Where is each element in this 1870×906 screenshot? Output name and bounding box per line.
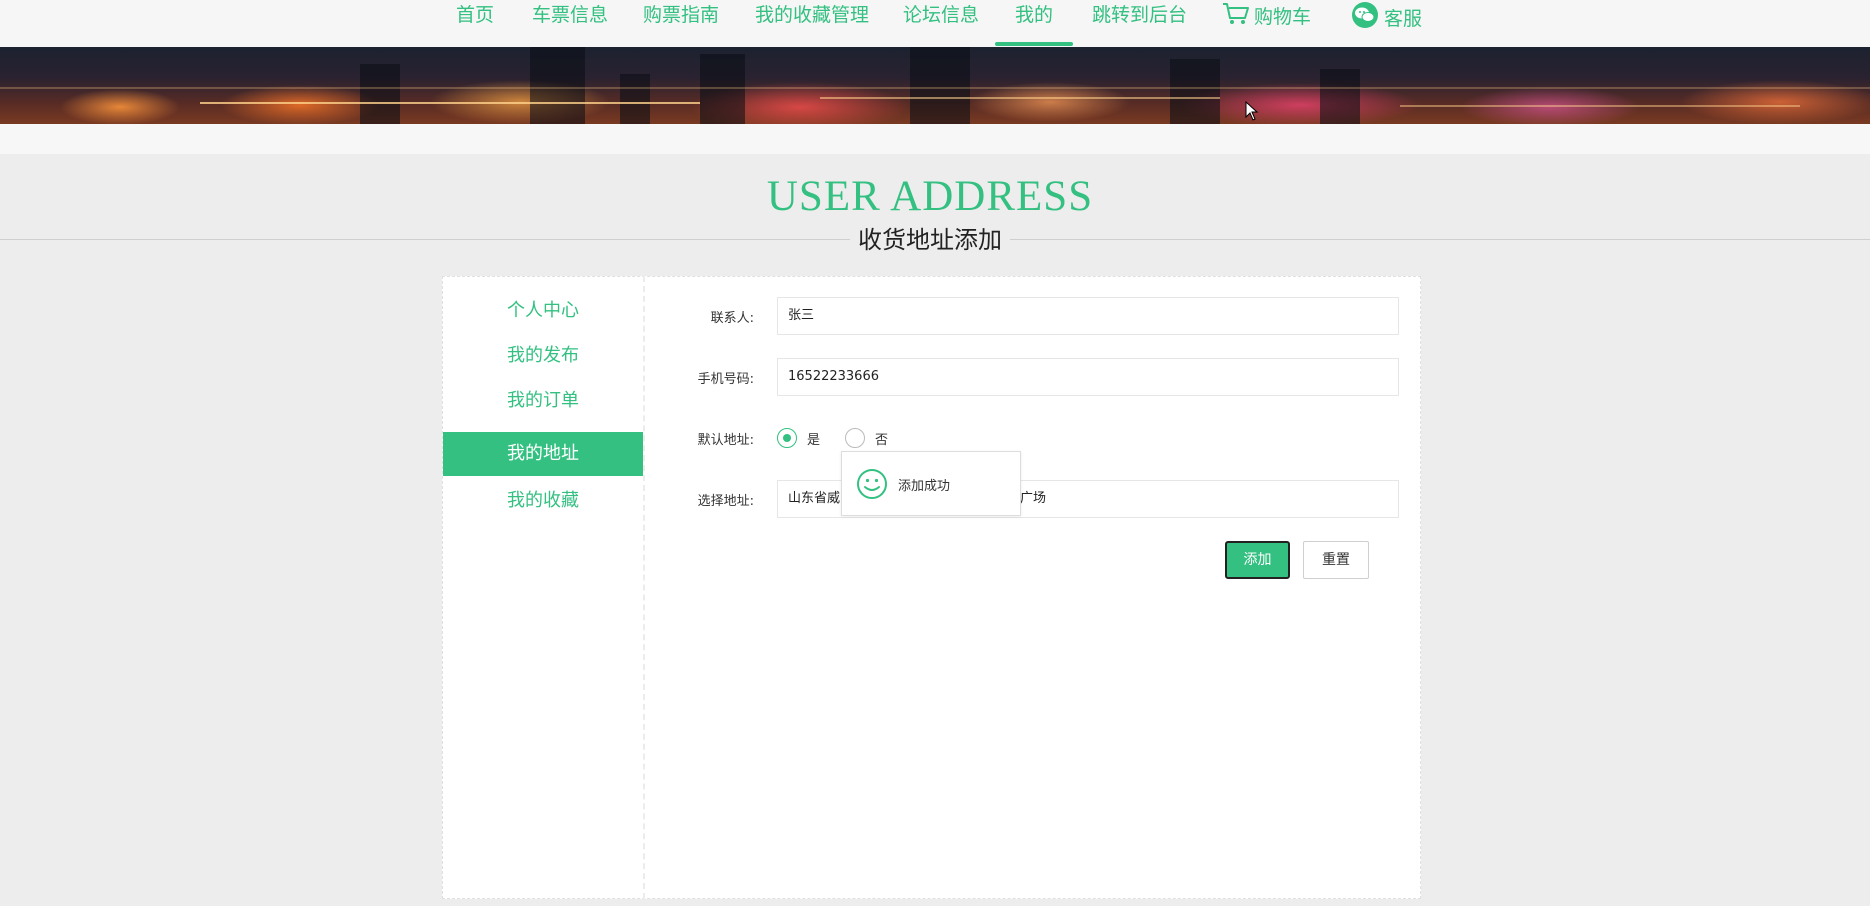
reset-button[interactable]: 重置 bbox=[1303, 541, 1369, 579]
nav-guide[interactable]: 购票指南 bbox=[643, 0, 719, 47]
nav-tickets-label: 车票信息 bbox=[532, 4, 609, 26]
address-label: 选择地址: bbox=[697, 494, 754, 509]
success-toast: 添加成功 bbox=[841, 451, 1021, 516]
nav-admin[interactable]: 跳转到后台 bbox=[1092, 0, 1187, 47]
contact-input[interactable]: 张三 bbox=[777, 297, 1399, 335]
nav-service-label: 客服 bbox=[1384, 8, 1423, 30]
phone-input[interactable]: 16522233666 bbox=[777, 358, 1399, 396]
sidebar-item-label: 我的地址 bbox=[507, 443, 579, 464]
city-night-banner bbox=[0, 47, 1870, 124]
default-address-label: 默认地址: bbox=[697, 433, 754, 448]
sidebar-item-label: 个人中心 bbox=[507, 300, 579, 321]
nav-mine[interactable]: 我的 bbox=[995, 0, 1074, 47]
toast-message: 添加成功 bbox=[898, 479, 951, 494]
nav-home[interactable]: 首页 bbox=[456, 0, 494, 47]
sidebar-item-orders[interactable]: 我的订单 bbox=[443, 379, 643, 423]
sidebar-item-profile[interactable]: 个人中心 bbox=[443, 289, 643, 333]
sidebar-item-address[interactable]: 我的地址 bbox=[443, 432, 643, 476]
page-title-en: USER ADDRESS bbox=[766, 173, 1094, 220]
sidebar-item-label: 我的发布 bbox=[507, 345, 579, 366]
contact-label: 联系人: bbox=[710, 311, 754, 326]
sidebar-item-label: 我的收藏 bbox=[507, 490, 579, 511]
wechat-icon bbox=[1352, 2, 1378, 28]
default-no-radio[interactable] bbox=[845, 428, 865, 448]
nav-favorites-manage-label: 我的收藏管理 bbox=[755, 4, 870, 26]
nav-admin-label: 跳转到后台 bbox=[1092, 4, 1188, 26]
nav-home-label: 首页 bbox=[456, 4, 495, 26]
top-nav: 首页 车票信息 购票指南 我的收藏管理 论坛信息 我的 跳转到后台 购物车 客服 bbox=[0, 0, 1870, 47]
radio-dot bbox=[783, 434, 791, 442]
sidebar-item-favorites[interactable]: 我的收藏 bbox=[443, 479, 643, 523]
address-value-left: 山东省威 bbox=[788, 491, 841, 506]
mouse-cursor-icon bbox=[1245, 101, 1259, 121]
address-value-right: 广场 bbox=[1020, 491, 1047, 506]
default-no-label: 否 bbox=[875, 433, 889, 448]
add-button[interactable]: 添加 bbox=[1225, 541, 1290, 579]
nav-guide-label: 购票指南 bbox=[643, 4, 720, 26]
nav-favorites-manage[interactable]: 我的收藏管理 bbox=[755, 0, 869, 47]
sidebar-item-posts[interactable]: 我的发布 bbox=[443, 334, 643, 378]
banner-strip bbox=[0, 124, 1870, 154]
page-title-cn: 收货地址添加 bbox=[850, 222, 1010, 258]
phone-label: 手机号码: bbox=[697, 372, 754, 387]
nav-cart[interactable]: 购物车 bbox=[1222, 0, 1311, 47]
nav-forum[interactable]: 论坛信息 bbox=[903, 0, 979, 47]
default-yes-label: 是 bbox=[807, 433, 821, 448]
default-yes-radio[interactable] bbox=[777, 428, 797, 448]
smile-icon bbox=[857, 469, 887, 499]
nav-forum-label: 论坛信息 bbox=[903, 4, 980, 26]
nav-cart-label: 购物车 bbox=[1254, 6, 1312, 28]
sidebar-item-label: 我的订单 bbox=[507, 390, 579, 411]
nav-tickets[interactable]: 车票信息 bbox=[532, 0, 608, 47]
cart-icon bbox=[1223, 3, 1249, 24]
nav-mine-label: 我的 bbox=[1015, 4, 1054, 26]
sidebar: 个人中心 我的发布 我的订单 我的地址 我的收藏 bbox=[442, 276, 645, 899]
nav-service[interactable]: 客服 bbox=[1350, 0, 1422, 47]
